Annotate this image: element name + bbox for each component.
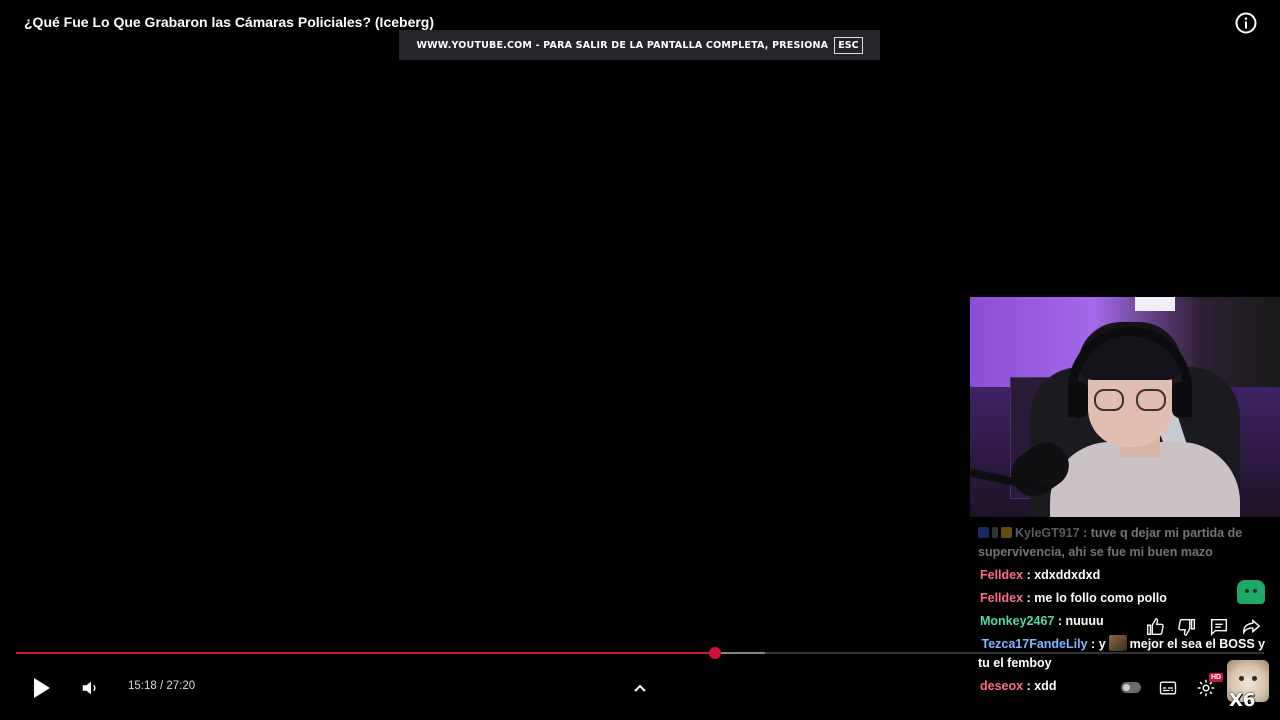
thumbs-up-icon[interactable]: [1144, 616, 1166, 638]
emote-icon: [1108, 635, 1127, 651]
fullscreen-banner-message: WWW.YOUTUBE.COM - PARA SALIR DE LA PANTA…: [416, 39, 829, 51]
chat-text: nuuuu: [1065, 614, 1104, 628]
glasses: [1094, 389, 1168, 413]
chat-username: Monkey2467: [980, 614, 1055, 628]
chat-username: Felldex: [980, 591, 1024, 605]
scrubber-handle[interactable]: [708, 647, 721, 659]
cat-sticker: X6: [1227, 660, 1269, 710]
play-icon: [34, 678, 50, 698]
play-button[interactable]: [28, 675, 54, 701]
chat-message: Felldex : xdxddxdxd: [980, 568, 1101, 582]
chat-message: KyleGT917 : tuve q dejar mi partida de s…: [978, 526, 1243, 559]
autoplay-toggle[interactable]: [1121, 682, 1141, 693]
played-bar: [16, 652, 715, 654]
comment-icon[interactable]: [1208, 616, 1230, 638]
share-icon[interactable]: [1240, 616, 1262, 638]
badge-icon: [1001, 527, 1012, 538]
expand-chevron-button[interactable]: [630, 678, 650, 698]
progress-bar[interactable]: [16, 647, 1264, 659]
chat-text: xdxddxdxd: [1034, 568, 1101, 582]
webcam-overlay: [970, 297, 1280, 517]
badge-icon: [992, 527, 998, 538]
thumbs-down-icon[interactable]: [1176, 616, 1198, 638]
volume-icon: [82, 681, 96, 695]
subtitles-button[interactable]: [1158, 678, 1178, 698]
esc-key-hint: ESC: [834, 36, 863, 54]
volume-button[interactable]: [80, 677, 102, 699]
hd-badge: HD: [1209, 673, 1224, 682]
fullscreen-exit-banner: WWW.YOUTUBE.COM - PARA SALIR DE LA PANTA…: [399, 30, 880, 60]
sticker-label: X6: [1229, 690, 1256, 710]
chat-username: deseox: [980, 679, 1024, 693]
subtitles-icon: [1159, 681, 1177, 695]
chat-username: KyleGT917: [1015, 526, 1080, 540]
chevron-up-icon: [634, 684, 646, 692]
chat-username: Tezca17FandeLily: [981, 637, 1088, 651]
chat-text: me lo follo como pollo: [1034, 591, 1167, 605]
badge-icon: [978, 527, 989, 538]
video-actions: [1144, 616, 1262, 638]
time-display: 15:18 / 27:20: [128, 680, 196, 692]
chat-text: y: [1098, 637, 1106, 651]
chat-text: xdd: [1034, 679, 1057, 693]
video-title: ¿Qué Fue Lo Que Grabaron las Cámaras Pol…: [24, 14, 435, 30]
chat-message: Felldex : me lo follo como pollo: [980, 591, 1167, 605]
channel-avatar-icon[interactable]: [1237, 580, 1265, 604]
chat-username: Felldex: [980, 568, 1024, 582]
info-icon[interactable]: [1234, 11, 1258, 35]
